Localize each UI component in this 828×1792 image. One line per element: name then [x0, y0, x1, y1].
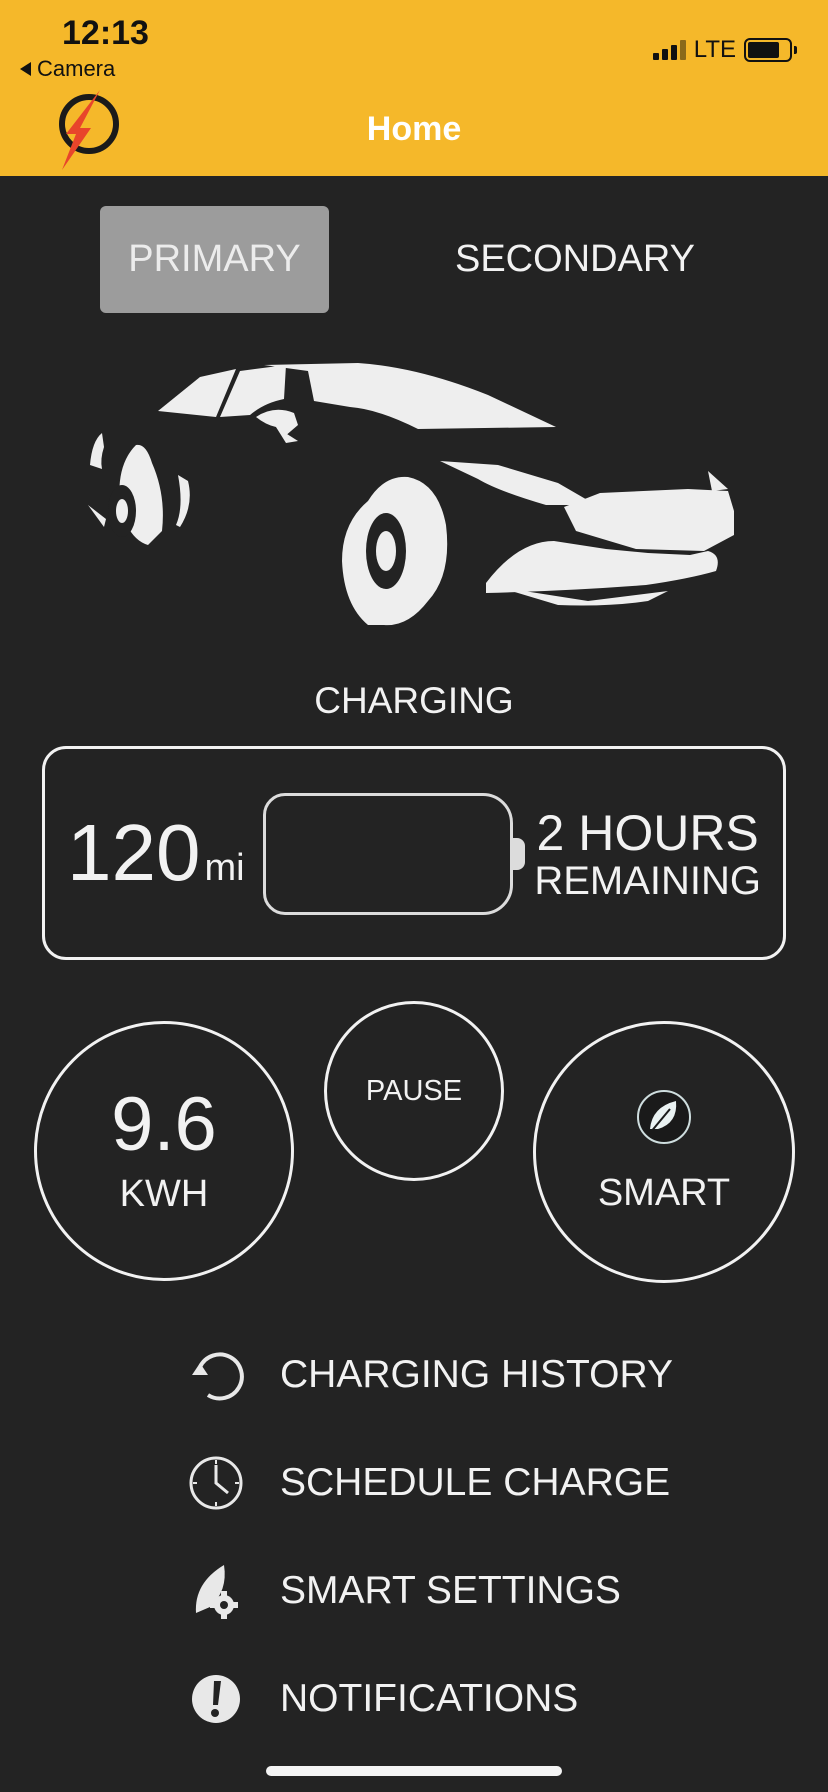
- leaf-gear-icon: [184, 1561, 248, 1621]
- signal-bars-icon: [652, 40, 686, 60]
- range-unit: mi: [204, 847, 245, 889]
- app-header: 12:13 Camera LTE Home: [0, 0, 828, 176]
- clock-icon: [184, 1453, 248, 1513]
- battery-outline-icon: [263, 793, 513, 915]
- battery-terminal: [513, 838, 525, 870]
- menu-label: SCHEDULE CHARGE: [280, 1461, 671, 1504]
- menu-item-smart-settings[interactable]: SMART SETTINGS: [184, 1561, 621, 1621]
- status-time: 12:13: [62, 14, 149, 52]
- page-title: Home: [366, 110, 462, 148]
- status-indicators: LTE: [652, 36, 797, 64]
- menu-label: CHARGING HISTORY: [280, 1353, 673, 1396]
- pause-button[interactable]: PAUSE: [324, 1001, 504, 1181]
- time-remaining-label: REMAINING: [534, 858, 761, 903]
- range-display: 120 mi: [67, 813, 245, 893]
- charging-status: CHARGING: [314, 680, 514, 721]
- alert-icon: [184, 1669, 248, 1729]
- energy-unit: KWH: [119, 1172, 209, 1215]
- leaf-icon: [636, 1089, 692, 1150]
- tab-secondary[interactable]: SECONDARY: [430, 206, 720, 313]
- menu-item-charging-history[interactable]: CHARGING HISTORY: [184, 1345, 673, 1405]
- charge-status-card: 120 mi 2 HOURS REMAINING: [42, 746, 786, 960]
- back-to-camera-link[interactable]: Camera: [20, 56, 115, 82]
- back-label: Camera: [37, 56, 116, 81]
- back-arrow-icon: [20, 62, 31, 76]
- smart-button[interactable]: SMART: [533, 1021, 795, 1283]
- menu-label: SMART SETTINGS: [280, 1569, 621, 1612]
- car-silhouette-icon: [88, 355, 742, 634]
- history-icon: [184, 1345, 248, 1405]
- home-indicator[interactable]: [266, 1766, 562, 1776]
- smart-label: SMART: [597, 1172, 731, 1214]
- battery-icon: [744, 38, 797, 62]
- time-remaining: 2 HOURS REMAINING: [534, 807, 761, 902]
- menu-item-notifications[interactable]: NOTIFICATIONS: [184, 1669, 578, 1729]
- pause-label: PAUSE: [365, 1074, 463, 1107]
- energy-circle: 9.6 KWH: [34, 1021, 294, 1281]
- menu-item-schedule-charge[interactable]: SCHEDULE CHARGE: [184, 1453, 670, 1513]
- tab-primary[interactable]: PRIMARY: [100, 206, 329, 313]
- range-value: 120: [67, 808, 201, 897]
- energy-value: 9.6: [111, 1081, 217, 1167]
- time-remaining-value: 2 HOURS: [536, 805, 759, 861]
- menu-label: NOTIFICATIONS: [280, 1677, 579, 1720]
- network-label: LTE: [693, 36, 736, 63]
